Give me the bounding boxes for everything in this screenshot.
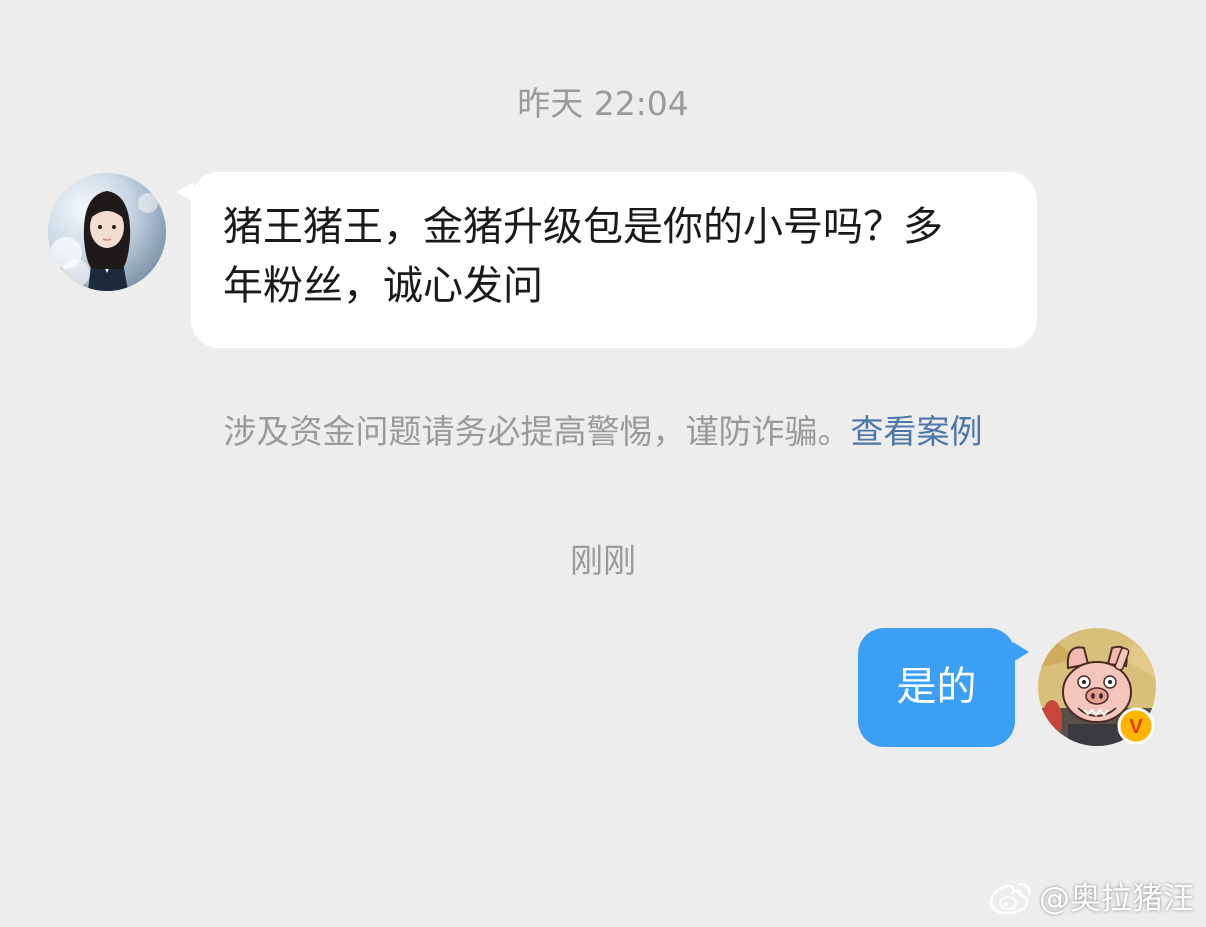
girl-photo-icon bbox=[48, 173, 166, 291]
watermark-text: @奥拉猪汪 bbox=[1039, 881, 1194, 917]
incoming-message-text: 猪王猪王，金猪升级包是你的小号吗？多年粉丝，诚心发问 bbox=[223, 204, 943, 309]
incoming-message-bubble[interactable]: 猪王猪王，金猪升级包是你的小号吗？多年粉丝，诚心发问 bbox=[191, 172, 1037, 348]
fraud-warning-notice: 涉及资金问题请务必提高警惕，谨防诈骗。查看案例 bbox=[0, 410, 1206, 454]
outgoing-message-text: 是的 bbox=[896, 664, 977, 710]
timestamp-just-now: 刚刚 bbox=[570, 541, 636, 580]
pig-cartoon-icon: V bbox=[1038, 628, 1156, 746]
verified-badge-label: V bbox=[1129, 716, 1143, 738]
weibo-logo-icon bbox=[989, 882, 1032, 915]
watermark: @奥拉猪汪 bbox=[989, 879, 1194, 919]
timestamp-yesterday: 昨天 22:04 bbox=[517, 84, 689, 123]
own-avatar[interactable]: V bbox=[1038, 628, 1156, 746]
outgoing-bubble-tail bbox=[1013, 642, 1029, 662]
view-cases-link[interactable]: 查看案例 bbox=[851, 412, 983, 451]
outgoing-message-bubble[interactable]: 是的 bbox=[858, 628, 1015, 747]
sender-avatar[interactable] bbox=[48, 173, 166, 291]
fraud-warning-text: 涉及资金问题请务必提高警惕，谨防诈骗。 bbox=[223, 412, 851, 451]
